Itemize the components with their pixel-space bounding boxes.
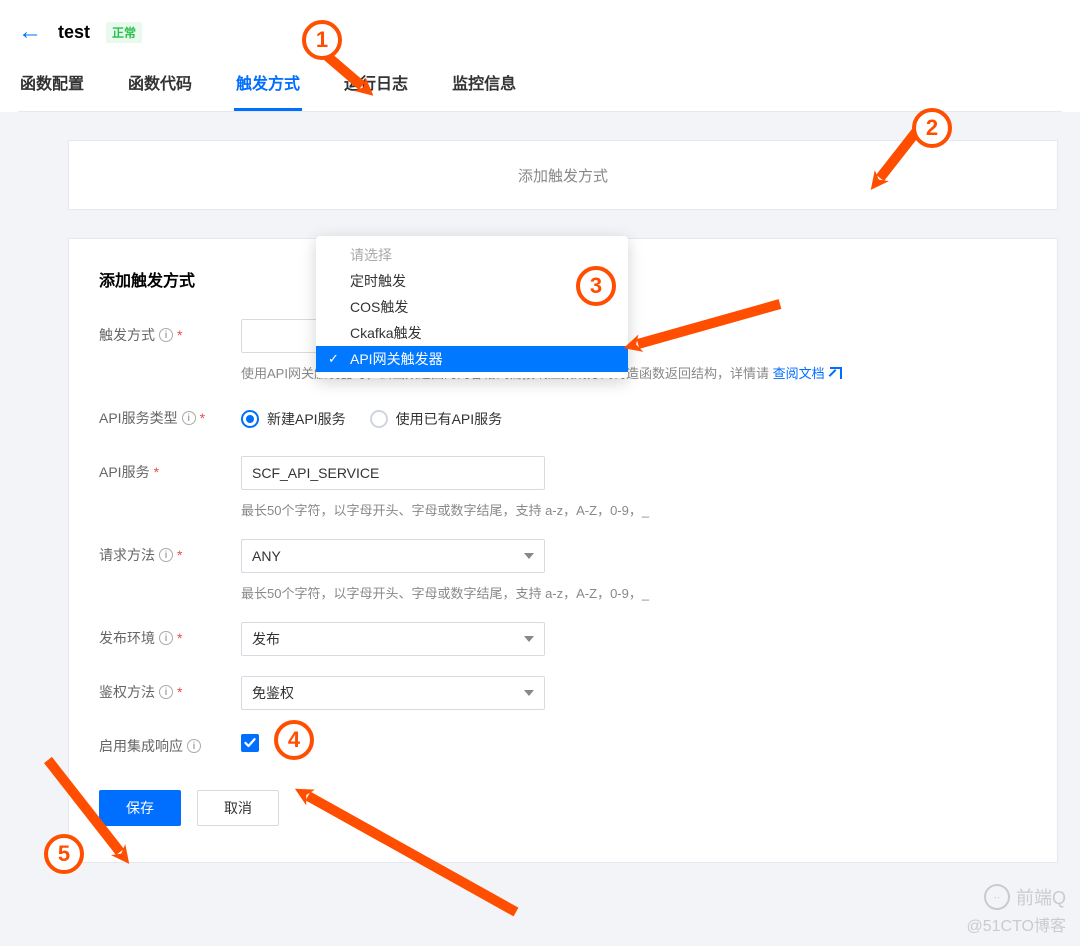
watermark-brand-text: 前端Q [1016,884,1066,910]
check-icon [244,737,256,749]
back-arrow-icon[interactable]: ← [18,18,42,46]
tab-function-code[interactable]: 函数代码 [126,60,194,111]
info-icon[interactable]: i [159,548,173,562]
radio-existing-label: 使用已有API服务 [396,409,503,429]
label-request-method-text: 请求方法 [99,545,155,565]
watermark-source: @51CTO博客 [966,912,1066,936]
watermark-brand: ∙∙ 前端Q [984,884,1066,910]
radio-new-label: 新建API服务 [267,409,346,429]
dropdown-trigger-type[interactable]: 请选择 定时触发 COS触发 Ckafka触发 API网关触发器 [316,236,628,378]
dropdown-opt-ckafka[interactable]: Ckafka触发 [316,320,628,346]
info-icon[interactable]: i [159,685,173,699]
tab-trigger-method[interactable]: 触发方式 [234,60,302,111]
info-icon[interactable]: i [159,328,173,342]
chevron-down-icon [524,636,534,642]
select-trigger-type-value [252,328,256,344]
save-button[interactable]: 保存 [99,790,181,826]
function-title: test [58,22,90,43]
tab-function-config[interactable]: 函数配置 [18,60,86,111]
row-request-method: 请求方法 i * ANY 最长50个字符，以字母开头、字母或数字结尾，支持 a-… [99,539,1027,602]
cancel-button[interactable]: 取消 [197,790,279,826]
row-api-service: API服务 * 最长50个字符，以字母开头、字母或数字结尾，支持 a-z，A-Z… [99,456,1027,519]
row-api-service-type: API服务类型 i * 新建API服务 使用已有API服务 [99,402,1027,436]
label-auth-method-text: 鉴权方法 [99,682,155,702]
chevron-down-icon [524,690,534,696]
radio-icon [241,410,259,428]
radio-existing-api-service[interactable]: 使用已有API服务 [370,409,503,429]
required-star: * [177,684,182,700]
status-badge: 正常 [106,22,142,43]
callout-1: 1 [302,20,342,60]
select-request-method-value: ANY [252,548,281,564]
required-star: * [177,547,182,563]
radio-icon [370,410,388,428]
callout-3: 3 [576,266,616,306]
add-trigger-bar[interactable]: 添加触发方式 [68,140,1058,210]
tab-monitor-info[interactable]: 监控信息 [450,60,518,111]
select-auth-method-value: 免鉴权 [252,683,294,703]
checkbox-integration-response[interactable] [241,734,259,752]
label-integration-response-text: 启用集成响应 [99,736,183,756]
select-release-env-value: 发布 [252,629,280,649]
label-api-service-text: API服务 [99,462,150,482]
callout-5: 5 [44,834,84,874]
wechat-icon: ∙∙ [984,884,1010,910]
row-release-env: 发布环境 i * 发布 [99,622,1027,656]
dropdown-placeholder: 请选择 [316,242,628,268]
external-link-icon [830,367,842,379]
tab-run-logs[interactable]: 运行日志 [342,60,410,111]
callout-4: 4 [274,720,314,760]
label-request-method: 请求方法 i * [99,539,241,565]
docs-link[interactable]: 查阅文档 [773,366,825,381]
row-integration-response: 启用集成响应 i [99,730,1027,756]
tabs: 函数配置 函数代码 触发方式 运行日志 监控信息 [18,60,1062,112]
required-star: * [177,327,182,343]
select-request-method[interactable]: ANY [241,539,545,573]
label-trigger-type-text: 触发方式 [99,325,155,345]
hint-api-service: 最长50个字符，以字母开头、字母或数字结尾，支持 a-z，A-Z，0-9，_ [241,500,1027,519]
label-release-env-text: 发布环境 [99,628,155,648]
callout-2: 2 [912,108,952,148]
chevron-down-icon [524,553,534,559]
add-trigger-text: 添加触发方式 [518,165,608,186]
required-star: * [177,630,182,646]
row-auth-method: 鉴权方法 i * 免鉴权 [99,676,1027,710]
info-icon[interactable]: i [182,411,196,425]
label-release-env: 发布环境 i * [99,622,241,648]
title-row: ← test 正常 [18,10,1062,54]
info-icon[interactable]: i [159,631,173,645]
select-auth-method[interactable]: 免鉴权 [241,676,545,710]
page-header: ← test 正常 函数配置 函数代码 触发方式 运行日志 监控信息 [0,0,1080,112]
radio-group-api-service-type: 新建API服务 使用已有API服务 [241,402,1027,436]
hint-request-method: 最长50个字符，以字母开头、字母或数字结尾，支持 a-z，A-Z，0-9，_ [241,583,1027,602]
select-release-env[interactable]: 发布 [241,622,545,656]
label-api-service-type: API服务类型 i * [99,402,241,428]
input-api-service[interactable] [241,456,545,490]
dropdown-opt-api-gateway[interactable]: API网关触发器 [316,346,628,372]
button-row: 保存 取消 [99,790,1027,826]
label-api-service: API服务 * [99,456,241,482]
radio-new-api-service[interactable]: 新建API服务 [241,409,346,429]
content-area: 添加触发方式 添加触发方式 触发方式 i * 使用API网关触发器时，云函数返回… [0,112,1080,863]
required-star: * [154,464,159,480]
required-star: * [200,410,205,426]
label-trigger-type: 触发方式 i * [99,319,241,345]
label-auth-method: 鉴权方法 i * [99,676,241,702]
label-integration-response: 启用集成响应 i [99,730,241,756]
label-api-service-type-text: API服务类型 [99,408,178,428]
info-icon[interactable]: i [187,739,201,753]
